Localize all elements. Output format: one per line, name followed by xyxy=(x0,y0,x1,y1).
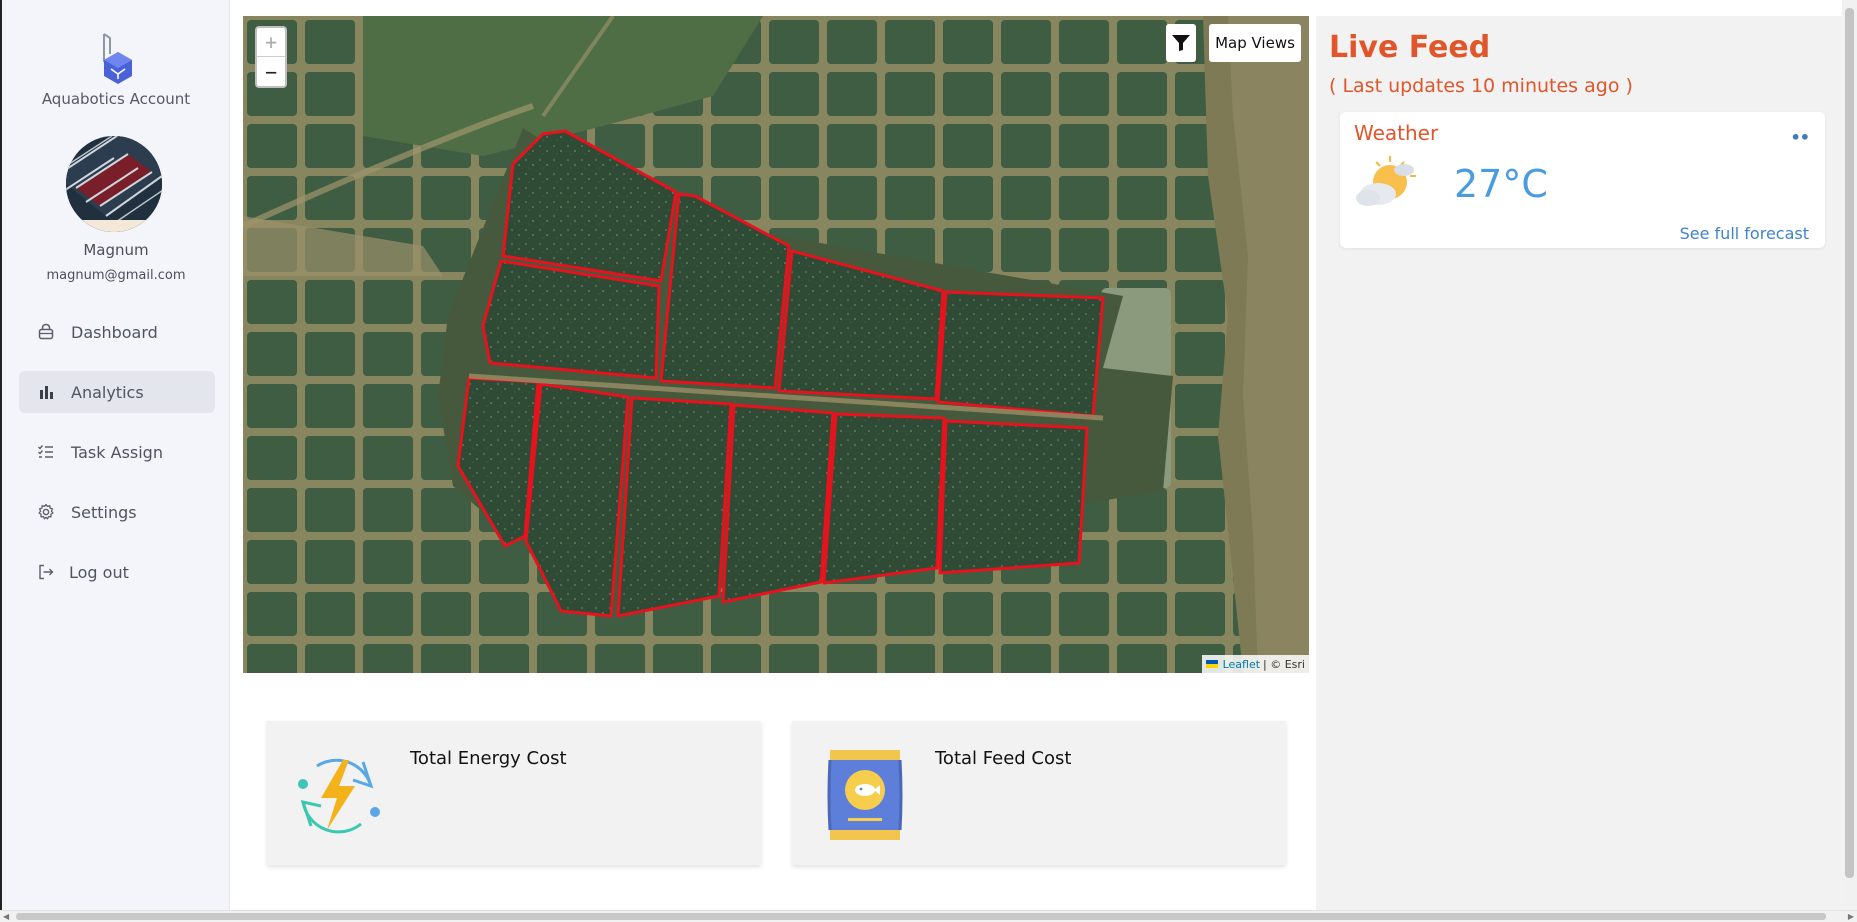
satellite-imagery xyxy=(243,16,1309,673)
scroll-right-arrow-icon[interactable]: ▶ xyxy=(1848,912,1854,921)
live-feed-subtitle: ( Last updates 10 minutes ago ) xyxy=(1329,75,1633,97)
avatar[interactable] xyxy=(66,136,162,232)
funnel-icon xyxy=(1172,35,1190,51)
partly-cloudy-sun-icon xyxy=(1356,156,1416,206)
satellite-map[interactable]: + − Map Views Leaflet | © Esri xyxy=(243,16,1309,673)
sidebar-item-dashboard[interactable]: Dashboard xyxy=(19,311,215,353)
filter-button[interactable] xyxy=(1166,24,1196,62)
lightning-cycle-icon xyxy=(298,758,380,834)
gear-icon xyxy=(35,501,57,523)
horizontal-scrollbar[interactable]: ◀ ▶ xyxy=(0,910,1857,922)
user-email: magnum@gmail.com xyxy=(46,268,186,283)
vertical-scrollbar[interactable] xyxy=(1842,0,1857,912)
bar-chart-icon xyxy=(35,381,57,403)
sidebar-item-label: Task Assign xyxy=(71,442,163,462)
sidebar-item-label: Log out xyxy=(69,562,129,582)
sidebar-item-label: Analytics xyxy=(71,382,144,402)
leaflet-link[interactable]: Leaflet xyxy=(1223,658,1260,671)
avatar-image xyxy=(66,136,162,232)
sidebar-item-analytics[interactable]: Analytics xyxy=(19,371,215,413)
attribution-text: | © Esri xyxy=(1263,657,1305,671)
sidebar-item-settings[interactable]: Settings xyxy=(19,491,215,533)
aquabotics-logo-icon xyxy=(103,33,132,84)
lock-bag-icon xyxy=(35,321,57,343)
weather-temperature: 27°C xyxy=(1454,162,1548,206)
map-views-button[interactable]: Map Views xyxy=(1209,24,1301,62)
app-frame: Aquabotics Account Magnum magnum@gmail.c… xyxy=(0,0,1857,922)
logout-icon xyxy=(35,561,57,583)
sidebar-item-label: Dashboard xyxy=(71,322,158,342)
sidebar: Aquabotics Account Magnum magnum@gmail.c… xyxy=(2,0,230,910)
live-feed-panel: Live Feed ( Last updates 10 minutes ago … xyxy=(1316,16,1842,910)
see-full-forecast-link[interactable]: See full forecast xyxy=(1680,224,1809,243)
horizontal-scrollbar-thumb[interactable] xyxy=(16,913,1826,920)
account-title: Aquabotics Account xyxy=(41,90,191,108)
live-feed-title: Live Feed xyxy=(1329,30,1491,65)
zoom-out-button[interactable]: − xyxy=(257,57,285,86)
energy-cost-title: Total Energy Cost xyxy=(410,748,567,769)
sidebar-item-task-assign[interactable]: Task Assign xyxy=(19,431,215,473)
map-attribution: Leaflet | © Esri xyxy=(1201,655,1309,673)
zoom-in-button[interactable]: + xyxy=(257,28,285,57)
checklist-icon xyxy=(35,441,57,463)
sidebar-item-label: Settings xyxy=(71,502,137,522)
zoom-control: + − xyxy=(255,26,287,88)
sidebar-item-logout[interactable]: Log out xyxy=(19,551,215,593)
feed-bag-icon xyxy=(827,750,903,840)
scroll-left-arrow-icon[interactable]: ◀ xyxy=(3,912,9,921)
energy-cost-card[interactable]: Total Energy Cost xyxy=(267,721,761,865)
feed-cost-card[interactable]: Total Feed Cost xyxy=(792,721,1286,865)
ukraine-flag-icon xyxy=(1205,660,1218,668)
weather-card: Weather •• 27°C See full forecast xyxy=(1340,112,1825,248)
feed-cost-title: Total Feed Cost xyxy=(935,748,1072,769)
sidebar-nav: Dashboard Analytics Task Assign Settings xyxy=(19,311,215,611)
user-name: Magnum xyxy=(83,241,149,259)
vertical-scrollbar-thumb[interactable] xyxy=(1845,8,1854,878)
weather-menu-button[interactable]: •• xyxy=(1791,128,1810,147)
weather-title: Weather xyxy=(1354,121,1439,145)
